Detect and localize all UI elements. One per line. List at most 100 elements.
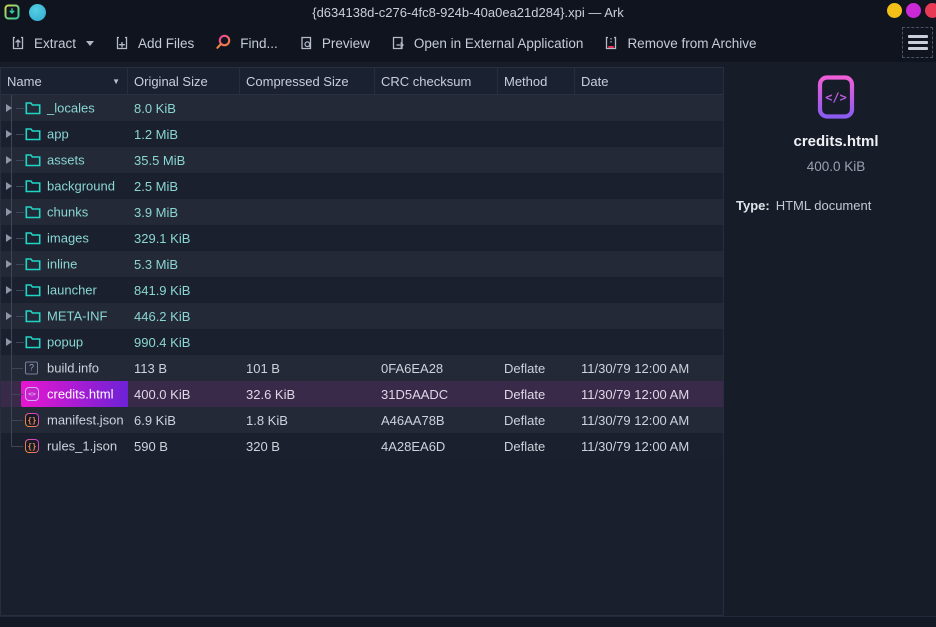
info-type-row: Type:HTML document [736, 198, 871, 213]
name-cell: ? <> {} manifest.json [1, 407, 128, 433]
method-cell: Deflate [498, 387, 575, 402]
info-panel: </> credits.html 400.0 KiB Type:HTML doc… [724, 62, 936, 616]
table-row[interactable]: ? <> {} credits.html 400.0 KiB 32.6 KiB … [1, 381, 723, 407]
unknown-file-icon: ? [25, 362, 38, 375]
original-size-cell: 8.0 KiB [128, 101, 240, 116]
entry-name: META-INF [47, 309, 107, 324]
name-cell: ? <> {} build.info [1, 355, 128, 381]
folder-icon [25, 179, 41, 193]
tree-branch-horizontal [16, 160, 24, 161]
tree-branch-horizontal [16, 316, 24, 317]
header-name[interactable]: Name ▼ [1, 68, 128, 94]
entry-name: build.info [47, 361, 99, 376]
header-compressed-size[interactable]: Compressed Size [240, 68, 375, 94]
original-size-cell: 35.5 MiB [128, 153, 240, 168]
table-row[interactable]: ? <> {} app 1.2 MiB [1, 121, 723, 147]
menu-button[interactable] [902, 27, 933, 58]
folder-icon [25, 231, 41, 245]
window-maximize-button[interactable] [906, 3, 921, 18]
table-body: ? <> {} _locales 8.0 KiB ? <> {} app 1.2… [1, 95, 723, 615]
tree-branch-horizontal [11, 394, 23, 395]
header-original-size[interactable]: Original Size [128, 68, 240, 94]
header-date[interactable]: Date [575, 68, 723, 94]
table-row[interactable]: ? <> {} build.info 113 B 101 B 0FA6EA28 … [1, 355, 723, 381]
table-row[interactable]: ? <> {} chunks 3.9 MiB [1, 199, 723, 225]
entry-name: rules_1.json [47, 439, 117, 454]
expand-arrow-icon[interactable] [6, 312, 12, 320]
tree-branch-horizontal [16, 238, 24, 239]
name-cell: ? <> {} META-INF [1, 303, 128, 329]
original-size-cell: 400.0 KiB [128, 387, 240, 402]
entry-name: images [47, 231, 89, 246]
entry-name: app [47, 127, 69, 142]
add-files-label: Add Files [138, 36, 194, 51]
folder-icon [25, 127, 41, 141]
table-row[interactable]: ? <> {} manifest.json 6.9 KiB 1.8 KiB A4… [1, 407, 723, 433]
table-row[interactable]: ? <> {} popup 990.4 KiB [1, 329, 723, 355]
expand-arrow-icon[interactable] [6, 234, 12, 242]
expand-arrow-icon[interactable] [6, 338, 12, 346]
name-cell: ? <> {} inline [1, 251, 128, 277]
remove-from-archive-button[interactable]: Remove from Archive [602, 34, 756, 52]
original-size-cell: 2.5 MiB [128, 179, 240, 194]
open-external-button[interactable]: Open in External Application [389, 34, 584, 52]
archive-table: Name ▼ Original Size Compressed Size CRC… [0, 67, 724, 616]
expand-arrow-icon[interactable] [6, 182, 12, 190]
find-button[interactable]: Find... [213, 33, 278, 53]
find-label: Find... [240, 36, 278, 51]
folder-icon [25, 335, 41, 349]
tree-branch-horizontal [16, 342, 24, 343]
table-header: Name ▼ Original Size Compressed Size CRC… [1, 68, 723, 95]
table-row[interactable]: ? <> {} images 329.1 KiB [1, 225, 723, 251]
extract-dropdown-caret-icon[interactable] [86, 41, 94, 46]
crc-checksum-cell: 4A28EA6D [375, 439, 498, 454]
header-crc-checksum[interactable]: CRC checksum [375, 68, 498, 94]
expand-arrow-icon[interactable] [6, 208, 12, 216]
preview-button[interactable]: Preview [297, 34, 370, 52]
titlebar: {d634138d-c276-4fc8-924b-40a0ea21d284}.x… [0, 0, 936, 24]
name-cell: ? <> {} images [1, 225, 128, 251]
name-cell: ? <> {} popup [1, 329, 128, 355]
expand-arrow-icon[interactable] [6, 260, 12, 268]
expand-arrow-icon[interactable] [6, 156, 12, 164]
name-cell: ? <> {} rules_1.json [1, 433, 128, 459]
expand-arrow-icon[interactable] [6, 130, 12, 138]
table-row[interactable]: ? <> {} _locales 8.0 KiB [1, 95, 723, 121]
table-row[interactable]: ? <> {} background 2.5 MiB [1, 173, 723, 199]
name-cell: ? <> {} app [1, 121, 128, 147]
table-row[interactable]: ? <> {} assets 35.5 MiB [1, 147, 723, 173]
method-cell: Deflate [498, 413, 575, 428]
tree-branch-horizontal [11, 368, 23, 369]
open-external-icon [389, 34, 407, 52]
table-row[interactable]: ? <> {} inline 5.3 MiB [1, 251, 723, 277]
html-document-icon: </> [816, 74, 856, 120]
type-value: HTML document [776, 198, 872, 213]
expand-arrow-icon[interactable] [6, 104, 12, 112]
tree-branch-horizontal [11, 446, 23, 447]
compressed-size-cell: 1.8 KiB [240, 413, 375, 428]
header-method[interactable]: Method [498, 68, 575, 94]
window-close-button[interactable] [925, 3, 936, 18]
ark-app-icon [4, 4, 20, 20]
folder-icon [25, 205, 41, 219]
name-cell: ? <> {} _locales [1, 95, 128, 121]
preview-icon [297, 34, 315, 52]
original-size-cell: 113 B [128, 361, 240, 376]
window-minimize-button[interactable] [887, 3, 902, 18]
table-row[interactable]: ? <> {} rules_1.json 590 B 320 B 4A28EA6… [1, 433, 723, 459]
table-row[interactable]: ? <> {} META-INF 446.2 KiB [1, 303, 723, 329]
entry-name: assets [47, 153, 85, 168]
original-size-cell: 990.4 KiB [128, 335, 240, 350]
expand-arrow-icon[interactable] [6, 286, 12, 294]
extract-label: Extract [34, 36, 76, 51]
original-size-cell: 6.9 KiB [128, 413, 240, 428]
table-row[interactable]: ? <> {} launcher 841.9 KiB [1, 277, 723, 303]
original-size-cell: 1.2 MiB [128, 127, 240, 142]
original-size-cell: 841.9 KiB [128, 283, 240, 298]
tree-branch-horizontal [16, 290, 24, 291]
extract-button[interactable]: Extract [9, 34, 94, 52]
find-icon [213, 33, 233, 53]
sort-desc-icon[interactable]: ▼ [112, 77, 120, 86]
add-files-button[interactable]: Add Files [113, 34, 194, 52]
method-cell: Deflate [498, 361, 575, 376]
